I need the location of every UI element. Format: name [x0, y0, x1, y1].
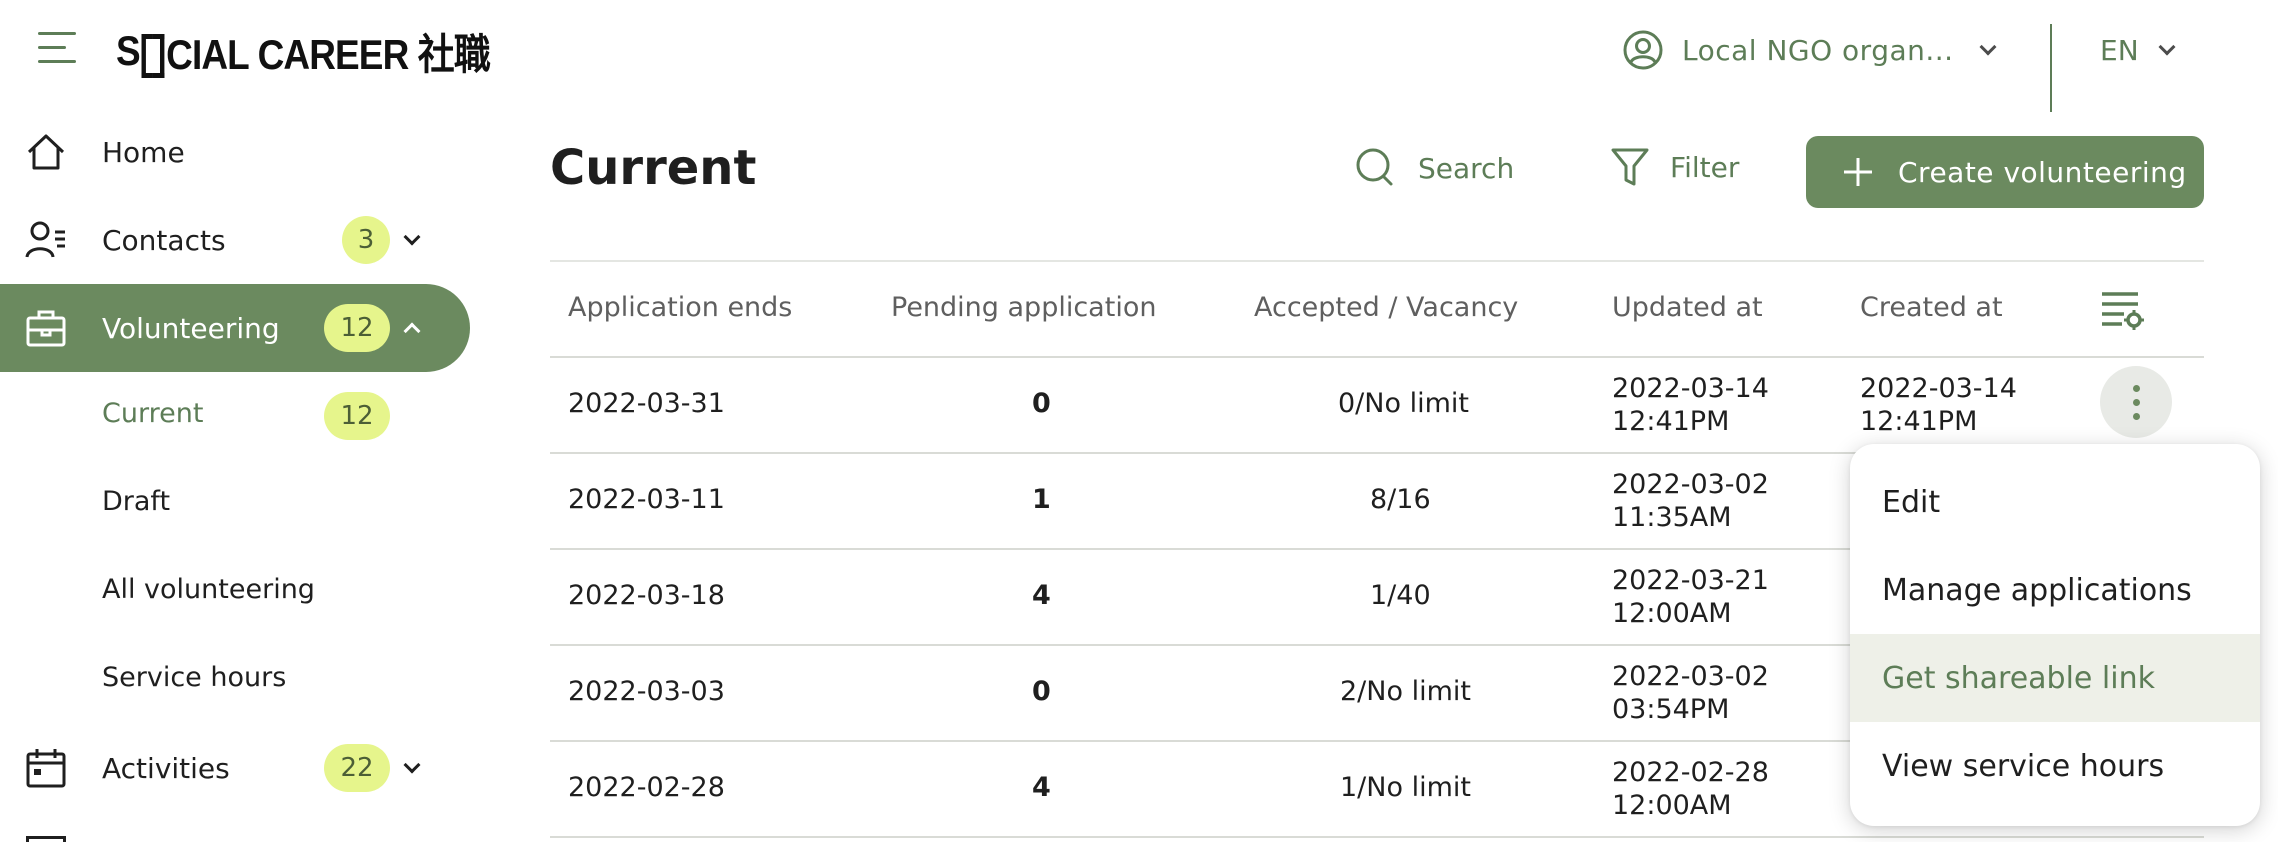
- updated-date: 2022-03-02: [1612, 661, 1769, 692]
- updated-time: 11:35AM: [1612, 502, 1732, 533]
- search-label: Search: [1418, 151, 1515, 185]
- chevron-down-icon: [2158, 38, 2176, 56]
- cell-accepted-vacancy: 2/No limit: [1340, 676, 1471, 707]
- column-header-accepted-vacancy[interactable]: Accepted / Vacancy: [1254, 292, 1518, 323]
- current-count-badge: 12: [324, 392, 390, 440]
- menu-item-manage-applications[interactable]: Manage applications: [1850, 546, 2260, 634]
- menu-item-get-shareable-link[interactable]: Get shareable link: [1850, 634, 2260, 722]
- cell-pending-application: 4: [1032, 772, 1051, 803]
- cell-updated-at: 2022-03-02 11:35AM: [1612, 468, 1769, 534]
- activities-count-badge: 22: [324, 744, 390, 792]
- cell-accepted-vacancy: 1/No limit: [1340, 772, 1471, 803]
- sidebar-subitem-all-volunteering[interactable]: All volunteering: [102, 574, 315, 605]
- sidebar-item-label: Contacts: [102, 223, 226, 257]
- calendar-icon: [26, 749, 66, 788]
- cell-pending-application: 0: [1032, 676, 1051, 707]
- header-divider: [2050, 24, 2052, 112]
- org-switcher[interactable]: Local NGO organ...: [1622, 26, 1997, 74]
- contacts-icon: [25, 221, 65, 258]
- updated-date: 2022-03-21: [1612, 565, 1769, 596]
- row-actions-button[interactable]: [2100, 366, 2172, 438]
- cell-accepted-vacancy: 1/40: [1370, 580, 1431, 611]
- page-title: Current: [550, 140, 757, 196]
- column-header-application-ends[interactable]: Application ends: [568, 292, 792, 323]
- cell-created-at: 2022-03-14 12:41PM: [1860, 372, 2017, 438]
- create-volunteering-button[interactable]: Create volunteering: [1806, 136, 2204, 208]
- cell-updated-at: 2022-03-21 12:00AM: [1612, 564, 1769, 630]
- sidebar-item-home[interactable]: Home: [0, 108, 470, 196]
- kebab-dot: [2132, 398, 2140, 406]
- filter-label: Filter: [1670, 150, 1740, 184]
- sidebar-item-volunteering[interactable]: Volunteering 12: [0, 284, 470, 372]
- sidebar-subitem-service-hours[interactable]: Service hours: [102, 662, 286, 693]
- updated-date: 2022-03-02: [1612, 469, 1769, 500]
- language-switcher[interactable]: EN: [2100, 26, 2176, 74]
- cell-updated-at: 2022-03-14 12:41PM: [1612, 372, 1769, 438]
- updated-date: 2022-03-14: [1612, 373, 1769, 404]
- table-row[interactable]: 2022-03-31 0 0/No limit 2022-03-14 12:41…: [550, 358, 2204, 454]
- cell-application-ends: 2022-03-31: [568, 388, 725, 419]
- chevron-down-icon: [1979, 38, 1997, 56]
- column-header-created-at[interactable]: Created at: [1860, 292, 2003, 323]
- search-icon: [1356, 148, 1393, 186]
- sidebar-subitem-draft[interactable]: Draft: [102, 486, 170, 517]
- table-header: Application ends Pending application Acc…: [550, 260, 2204, 358]
- sidebar-item-activities[interactable]: Activities 22: [0, 724, 470, 812]
- home-icon: [27, 134, 65, 170]
- sidebar-item-contacts[interactable]: Contacts 3: [0, 196, 470, 284]
- filter-button[interactable]: Filter: [1610, 146, 1739, 188]
- org-name: Local NGO organ...: [1682, 33, 1954, 67]
- menu-toggle-icon[interactable]: [38, 32, 78, 66]
- create-volunteering-label: Create volunteering: [1898, 155, 2187, 189]
- kebab-dot: [2132, 412, 2140, 420]
- filter-icon: [1611, 148, 1649, 186]
- updated-date: 2022-02-28: [1612, 757, 1769, 788]
- cell-accepted-vacancy: 0/No limit: [1338, 388, 1469, 419]
- cell-accepted-vacancy: 8/16: [1370, 484, 1431, 515]
- row-actions-menu: Edit Manage applications Get shareable l…: [1850, 444, 2260, 826]
- chevron-up-icon[interactable]: [403, 322, 421, 340]
- cell-application-ends: 2022-03-03: [568, 676, 725, 707]
- cell-pending-application: 4: [1032, 580, 1051, 611]
- logo-bracket-mark: [141, 34, 165, 78]
- volunteering-count-badge: 12: [324, 304, 390, 352]
- user-circle-icon: [1623, 30, 1663, 70]
- updated-time: 12:00AM: [1612, 598, 1732, 629]
- chevron-down-icon[interactable]: [403, 228, 421, 246]
- updated-time: 12:41PM: [1612, 406, 1730, 437]
- column-settings-icon[interactable]: [2100, 290, 2146, 330]
- logo[interactable]: S CIAL CAREER 社職: [116, 24, 491, 78]
- cell-updated-at: 2022-03-02 03:54PM: [1612, 660, 1769, 726]
- kebab-dot: [2132, 384, 2140, 392]
- cell-application-ends: 2022-03-18: [568, 580, 725, 611]
- cell-pending-application: 0: [1032, 388, 1051, 419]
- menu-item-view-service-hours[interactable]: View service hours: [1850, 722, 2260, 810]
- search-button[interactable]: Search: [1354, 146, 1514, 190]
- cell-application-ends: 2022-02-28: [568, 772, 725, 803]
- cell-application-ends: 2022-03-11: [568, 484, 725, 515]
- contacts-count-badge: 3: [342, 216, 390, 264]
- sidebar-item-label: Volunteering: [102, 311, 280, 345]
- sidebar-item-label: Home: [102, 135, 185, 169]
- logo-text-suffix: CIAL CAREER 社職: [166, 30, 491, 78]
- column-header-updated-at[interactable]: Updated at: [1612, 292, 1763, 323]
- updated-time: 03:54PM: [1612, 694, 1730, 725]
- language-label: EN: [2100, 33, 2139, 67]
- column-header-pending-application[interactable]: Pending application: [891, 292, 1156, 323]
- updated-time: 12:00AM: [1612, 790, 1732, 821]
- sidebar-item-label: Activities: [102, 751, 230, 785]
- chevron-down-icon[interactable]: [403, 756, 421, 774]
- plus-icon: [1844, 158, 1872, 186]
- briefcase-icon: [26, 310, 66, 347]
- created-date: 2022-03-14: [1860, 373, 2017, 404]
- menu-item-edit[interactable]: Edit: [1850, 458, 2260, 546]
- sidebar-subitem-current[interactable]: Current: [102, 398, 203, 429]
- created-time: 12:41PM: [1860, 406, 1978, 437]
- cell-updated-at: 2022-02-28 12:00AM: [1612, 756, 1769, 822]
- sidebar-next-icon: [26, 836, 66, 842]
- logo-text-prefix: S: [116, 27, 141, 74]
- cell-pending-application: 1: [1032, 484, 1051, 515]
